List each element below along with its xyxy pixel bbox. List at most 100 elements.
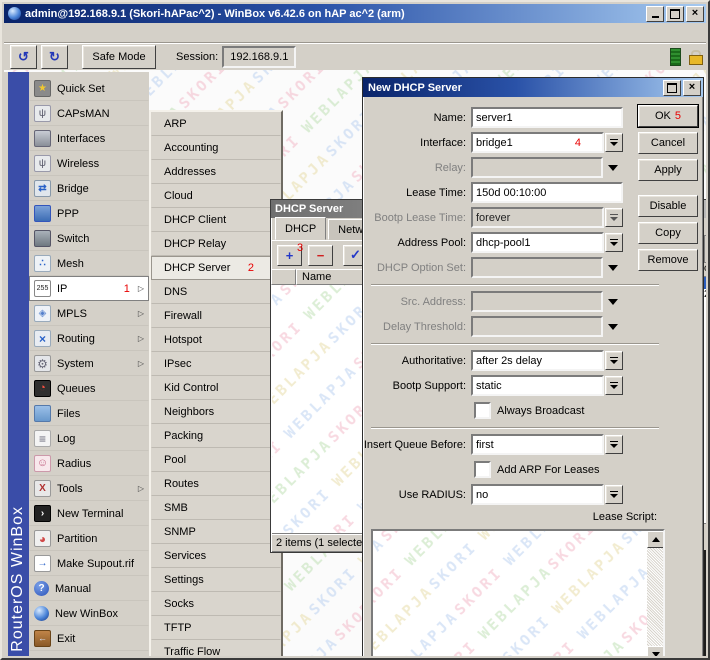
ip-submenu-item-dhcp-relay[interactable]: DHCP Relay [151,232,281,256]
sidebar-item-bridge[interactable]: ⇄ Bridge [29,176,149,201]
field-input[interactable]: no [471,484,604,505]
dropdown-button[interactable] [605,133,623,152]
sidebar-item-make-supout-rif[interactable]: → Make Supout.rif [29,551,149,576]
ip-submenu-item-cloud[interactable]: Cloud [151,184,281,208]
sidebar-item-capsman[interactable]: ψ CAPsMAN [29,101,149,126]
menu-item-settings[interactable] [22,31,40,35]
dropdown-button[interactable] [605,435,623,454]
lease-script-textarea[interactable] [371,529,665,656]
dropdown-button[interactable] [605,376,623,395]
sidebar-item-interfaces[interactable]: Interfaces [29,126,149,151]
ip-submenu-item-routes[interactable]: Routes [151,472,281,496]
ok-button[interactable]: OK 5 [638,105,698,127]
minimize-button[interactable] [646,6,664,22]
sidebar-item-switch[interactable]: Switch [29,226,149,251]
session-value-box[interactable]: 192.168.9.1 [222,46,296,68]
field-input[interactable]: bridge1 [471,132,604,153]
dropdown-arrow-zone[interactable] [603,265,623,271]
sidebar-item-exit[interactable]: ← Exit [29,626,149,651]
ip-submenu-item-packing[interactable]: Packing [151,424,281,448]
ip-submenu-item-kid-control[interactable]: Kid Control [151,376,281,400]
sidebar-item-queues[interactable]: ◔ Queues [29,376,149,401]
sidebar-item-ip[interactable]: 255 IP 1 ▷ [29,276,149,301]
field-input[interactable] [471,257,603,278]
dhcp-column-header[interactable] [271,269,296,285]
ip-submenu-item-tftp[interactable]: TFTP [151,616,281,640]
maximize-button[interactable] [666,6,684,22]
dropdown-arrow-zone[interactable] [603,299,623,305]
field-input[interactable]: static [471,375,604,396]
safe-mode-button[interactable]: Safe Mode [82,45,156,69]
dialog-close-button[interactable]: × [683,80,701,96]
ip-submenu-item-dhcp-server[interactable]: DHCP Server 2 [151,256,281,280]
sidebar-item-quick-set[interactable]: ★ Quick Set [29,76,149,101]
dropdown-button[interactable] [605,351,623,370]
ip-submenu-item-smb[interactable]: SMB [151,496,281,520]
sidebar-item-new-terminal[interactable]: › New Terminal [29,501,149,526]
field-input[interactable]: 150d 00:10:00 [471,182,623,203]
dropdown-arrow-zone[interactable] [603,165,623,171]
scroll-down-button[interactable] [647,646,665,656]
menu-item-dashboard[interactable] [40,31,58,35]
ip-submenu-item-firewall[interactable]: Firewall [151,304,281,328]
apply-button[interactable]: Apply [638,159,698,181]
redo-button[interactable]: ↻ [41,45,68,69]
dhcp-tab-dhcp[interactable]: DHCP [275,217,326,240]
sidebar-item-mesh[interactable]: ∴ Mesh [29,251,149,276]
ip-submenu-item-traffic-flow[interactable]: Traffic Flow [151,640,281,656]
radius-icon: ☺ [34,455,51,472]
scrollbar[interactable] [647,531,663,656]
ip-submenu-item-neighbors[interactable]: Neighbors [151,400,281,424]
sidebar-item-routing[interactable]: × Routing ▷ [29,326,149,351]
ip-submenu-item-ipsec[interactable]: IPsec [151,352,281,376]
sidebar-item-log[interactable]: ≡ Log [29,426,149,451]
cancel-button[interactable]: Cancel [638,132,698,154]
dropdown-button[interactable] [605,233,623,252]
dialog-maximize-button[interactable] [663,80,681,96]
field-input[interactable]: dhcp-pool1 [471,232,604,253]
ip-submenu-item-arp[interactable]: ARP [151,112,281,136]
checkbox[interactable] [474,461,491,478]
ip-submenu-item-addresses[interactable]: Addresses [151,160,281,184]
ip-submenu-item-settings[interactable]: Settings [151,568,281,592]
scroll-up-button[interactable] [647,531,665,548]
field-input[interactable] [471,316,603,337]
copy-button[interactable]: Copy [638,222,698,244]
sidebar-item-files[interactable]: Files [29,401,149,426]
sidebar-item-manual[interactable]: ? Manual [29,576,149,601]
field-input[interactable] [471,157,603,178]
ip-submenu-item-dns[interactable]: DNS [151,280,281,304]
menu-item-session[interactable] [4,31,22,35]
sidebar-item-ppp[interactable]: PPP [29,201,149,226]
ip-submenu-item-pool[interactable]: Pool [151,448,281,472]
disable-button[interactable]: Disable [638,195,698,217]
sidebar-item-partition[interactable]: ◕ Partition [29,526,149,551]
dropdown-button[interactable] [605,208,623,227]
checkbox[interactable] [474,402,491,419]
ip-submenu-item-snmp[interactable]: SNMP [151,520,281,544]
sidebar-item-radius[interactable]: ☺ Radius [29,451,149,476]
dialog-titlebar[interactable]: New DHCP Server × [363,78,703,97]
field-input[interactable]: server1 [471,107,623,128]
sidebar-item-tools[interactable]: X Tools ▷ [29,476,149,501]
sidebar-item-system[interactable]: ⚙ System ▷ [29,351,149,376]
field-input[interactable]: after 2s delay [471,350,604,371]
remove-button[interactable]: − [308,245,333,266]
sidebar-item-wireless[interactable]: ψ Wireless [29,151,149,176]
dropdown-button[interactable] [605,485,623,504]
field-input[interactable]: forever [471,207,604,228]
dropdown-arrow-zone[interactable] [603,324,623,330]
ip-submenu-item-dhcp-client[interactable]: DHCP Client [151,208,281,232]
sidebar-item-mpls[interactable]: ◈ MPLS ▷ [29,301,149,326]
remove-button[interactable]: Remove [638,249,698,271]
ip-submenu-item-services[interactable]: Services [151,544,281,568]
undo-button[interactable]: ↺ [10,45,37,69]
ip-submenu-item-hotspot[interactable]: Hotspot [151,328,281,352]
ip-submenu-item-socks[interactable]: Socks [151,592,281,616]
ip-submenu-item-accounting[interactable]: Accounting [151,136,281,160]
field-input[interactable]: first [471,434,604,455]
main-titlebar[interactable]: admin@192.168.9.1 (Skori-hAPac^2) - WinB… [4,4,706,23]
field-input[interactable] [471,291,603,312]
close-button[interactable]: × [686,6,704,22]
sidebar-item-new-winbox[interactable]: New WinBox [29,601,149,626]
